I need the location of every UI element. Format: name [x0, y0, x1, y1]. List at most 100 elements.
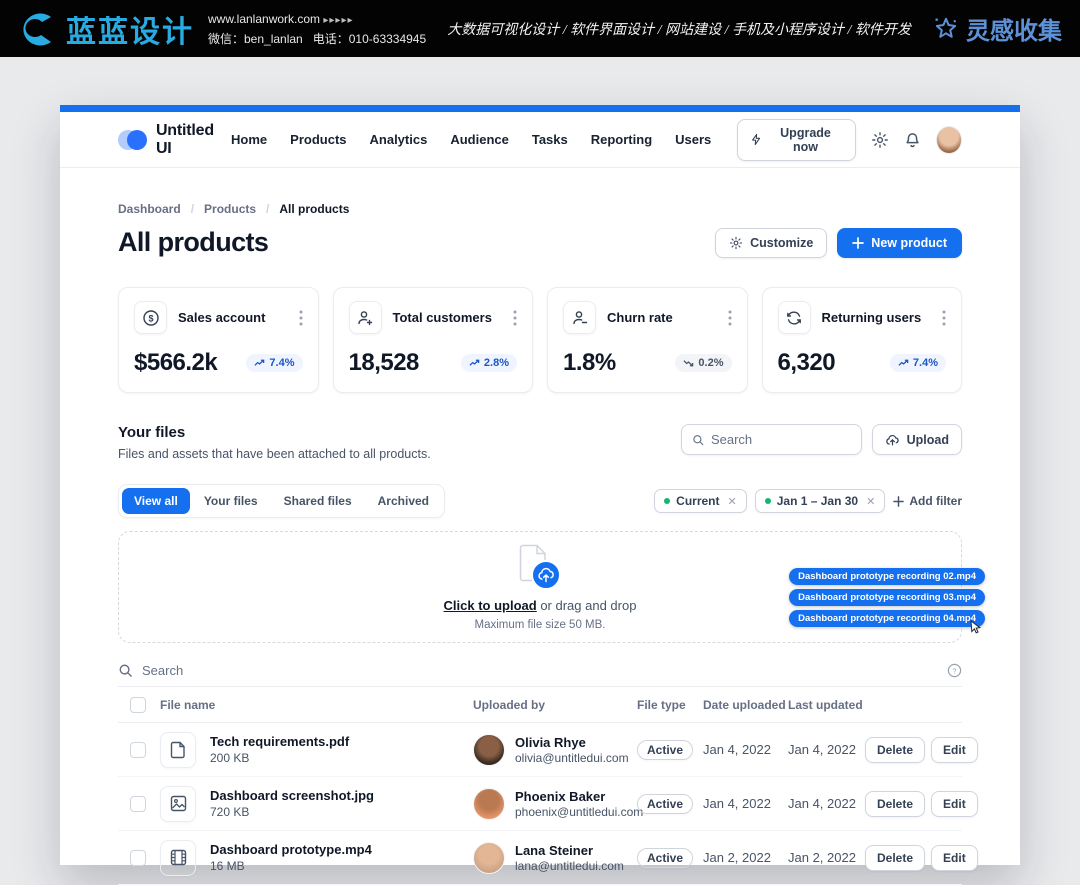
trend-badge: 2.8% [461, 354, 517, 372]
filter-pill-daterange[interactable]: Jan 1 – Jan 30 ✕ [755, 489, 886, 513]
files-section-subtitle: Files and assets that have been attached… [118, 447, 431, 461]
file-size: 200 KB [210, 751, 349, 765]
nav-links: Home Products Analytics Audience Tasks R… [231, 132, 711, 147]
app-window: Untitled UI Home Products Analytics Audi… [60, 105, 1020, 865]
lanlan-logo-text: 蓝蓝设计 [66, 7, 194, 51]
status-dot [765, 498, 771, 504]
file-name[interactable]: Dashboard screenshot.jpg [210, 788, 374, 803]
dragged-file-chip[interactable]: Dashboard prototype recording 03.mp4 [789, 589, 985, 606]
status-dot [664, 498, 670, 504]
filter-pill-current[interactable]: Current ✕ [654, 489, 747, 513]
dragged-file-chip[interactable]: Dashboard prototype recording 02.mp4 [789, 568, 985, 585]
col-file-name[interactable]: File name [160, 698, 215, 712]
row-checkbox[interactable] [130, 850, 146, 866]
stat-card-sales: $ Sales account $566.2k 7.4% [118, 287, 319, 393]
nav-item-audience[interactable]: Audience [450, 132, 509, 147]
trend-up-icon [469, 359, 480, 367]
click-to-upload-link[interactable]: Click to upload [444, 598, 537, 613]
dropzone-hint: Maximum file size 50 MB. [474, 619, 605, 631]
upload-button[interactable]: Upload [872, 424, 962, 455]
nav-item-products[interactable]: Products [290, 132, 346, 147]
brand-logo[interactable]: Untitled UI [118, 122, 231, 158]
help-circle-icon[interactable]: ? [947, 663, 962, 678]
kebab-menu-icon[interactable] [299, 310, 303, 326]
trend-badge: 7.4% [890, 354, 946, 372]
new-product-button[interactable]: New product [837, 228, 962, 258]
file-name[interactable]: Dashboard prototype.mp4 [210, 842, 372, 857]
dragged-file-chip[interactable]: Dashboard prototype recording 04.mp4 [789, 610, 985, 627]
delete-button[interactable]: Delete [865, 791, 925, 817]
svg-text:$: $ [148, 313, 153, 323]
kebab-menu-icon[interactable] [513, 310, 517, 326]
app-navbar: Untitled UI Home Products Analytics Audi… [60, 112, 1020, 168]
trend-up-icon [254, 359, 265, 367]
table-row: Dashboard screenshot.jpg 720 KB Phoenix … [118, 777, 962, 831]
breadcrumb-products[interactable]: Products [204, 202, 256, 216]
files-tabs: View all Your files Shared files Archive… [118, 484, 445, 518]
last-updated: Jan 2, 2022 [788, 850, 865, 865]
customize-button[interactable]: Customize [715, 228, 827, 258]
lanlan-logo[interactable]: 蓝蓝设计 [18, 7, 194, 51]
banner-website[interactable]: www.lanlanwork.com [208, 12, 320, 26]
edit-button[interactable]: Edit [931, 845, 978, 871]
user-avatar[interactable] [936, 126, 962, 154]
delete-button[interactable]: Delete [865, 845, 925, 871]
tab-your-files[interactable]: Your files [192, 488, 270, 514]
edit-button[interactable]: Edit [931, 791, 978, 817]
tab-shared-files[interactable]: Shared files [272, 488, 364, 514]
remove-filter-icon[interactable]: ✕ [866, 495, 875, 508]
col-last-updated[interactable]: Last updated [788, 698, 865, 712]
files-search-field[interactable] [681, 424, 862, 455]
nav-item-users[interactable]: Users [675, 132, 711, 147]
settings-gear-icon[interactable] [871, 131, 889, 149]
table-search-label[interactable]: Search [142, 663, 938, 678]
upgrade-button[interactable]: Upgrade now [737, 119, 855, 161]
row-checkbox[interactable] [130, 742, 146, 758]
tab-view-all[interactable]: View all [122, 488, 190, 514]
remove-filter-icon[interactable]: ✕ [728, 495, 737, 508]
uploader-email: phoenix@untitledui.com [515, 805, 643, 819]
nav-item-tasks[interactable]: Tasks [532, 132, 568, 147]
filter-bar: Current ✕ Jan 1 – Jan 30 ✕ Add filter [654, 489, 962, 513]
stat-value: $566.2k [134, 349, 217, 377]
row-checkbox[interactable] [130, 796, 146, 812]
search-icon [118, 663, 133, 678]
stat-card-customers: Total customers 18,528 2.8% [333, 287, 534, 393]
inspiration-collect[interactable]: 灵感收集 [932, 11, 1062, 46]
banner-arrows: ▸▸▸▸▸ [323, 15, 353, 26]
file-name[interactable]: Tech requirements.pdf [210, 734, 349, 749]
status-badge: Active [637, 794, 693, 814]
trend-badge: 0.2% [675, 354, 731, 372]
upload-dropzone[interactable]: Click to upload or drag and drop Maximum… [118, 531, 962, 643]
page-title: All products [118, 227, 268, 258]
col-uploaded-by[interactable]: Uploaded by [473, 698, 637, 712]
accent-topbar [60, 105, 1020, 112]
tab-archived[interactable]: Archived [366, 488, 441, 514]
edit-button[interactable]: Edit [931, 737, 978, 763]
svg-text:?: ? [952, 666, 956, 675]
table-row: Dashboard prototype.mp4 16 MB Lana Stein… [118, 831, 962, 885]
nav-actions: Upgrade now [737, 119, 962, 161]
files-search-input[interactable] [711, 432, 851, 447]
search-icon [692, 433, 704, 447]
trend-up-icon [898, 359, 909, 367]
col-file-type[interactable]: File type [637, 698, 703, 712]
breadcrumb-dashboard[interactable]: Dashboard [118, 202, 181, 216]
stat-value: 6,320 [778, 349, 836, 377]
kebab-menu-icon[interactable] [942, 310, 946, 326]
uploader-email: lana@untitledui.com [515, 859, 624, 873]
select-all-checkbox[interactable] [130, 697, 146, 713]
banner-phone: 电话：010-63334945 [313, 32, 426, 46]
brand-name: Untitled UI [156, 122, 231, 158]
add-filter-button[interactable]: Add filter [893, 494, 962, 508]
nav-item-analytics[interactable]: Analytics [370, 132, 428, 147]
notifications-bell-icon[interactable] [904, 131, 921, 149]
col-date-uploaded[interactable]: Date uploaded [703, 698, 788, 712]
table-header: File name Uploaded by File type Date upl… [118, 687, 962, 723]
kebab-menu-icon[interactable] [728, 310, 732, 326]
nav-item-home[interactable]: Home [231, 132, 267, 147]
delete-button[interactable]: Delete [865, 737, 925, 763]
table-search-row[interactable]: Search ? [118, 655, 962, 687]
uploader-name: Lana Steiner [515, 843, 624, 858]
nav-item-reporting[interactable]: Reporting [591, 132, 652, 147]
